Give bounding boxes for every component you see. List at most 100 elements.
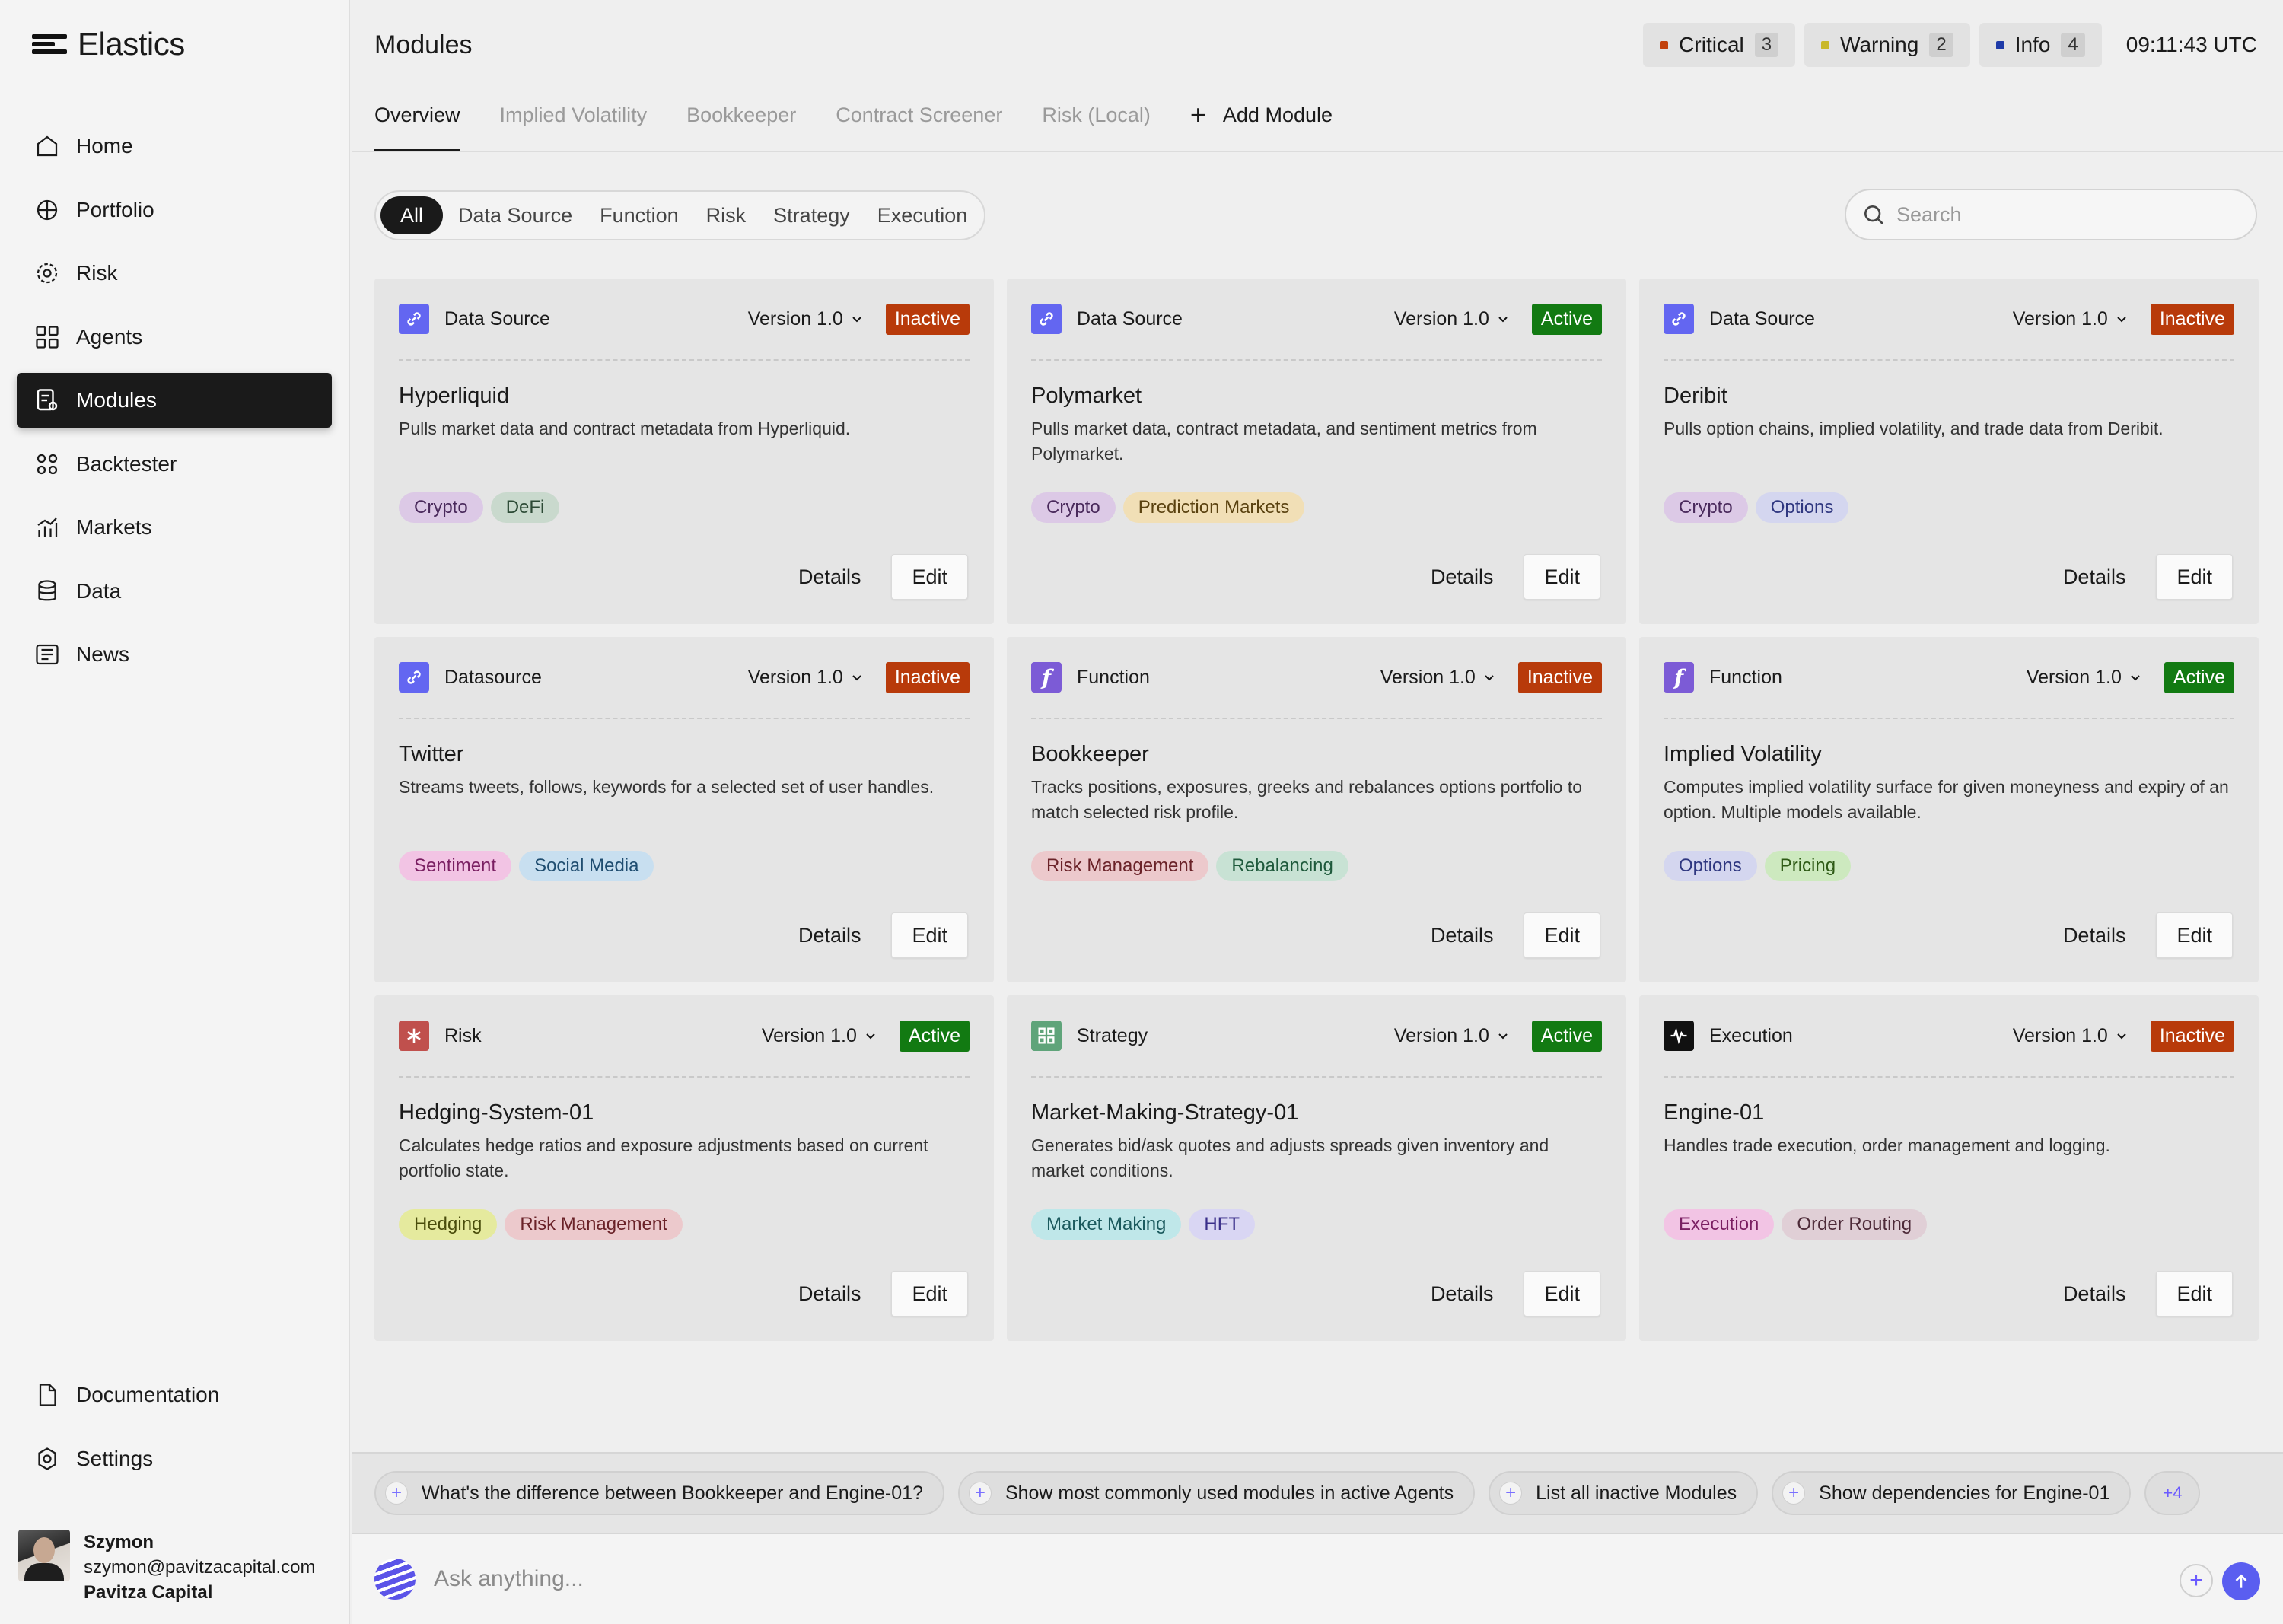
version-dropdown[interactable]: Version 1.0 <box>748 308 863 330</box>
tag[interactable]: DeFi <box>490 492 560 523</box>
tag[interactable]: Sentiment <box>399 851 512 881</box>
tag[interactable]: Crypto <box>1664 492 1748 523</box>
details-button[interactable]: Details <box>783 1271 877 1317</box>
version-dropdown[interactable]: Version 1.0 <box>2013 308 2128 330</box>
details-button[interactable]: Details <box>2048 1271 2141 1317</box>
filter-execution[interactable]: Execution <box>865 196 980 234</box>
details-button[interactable]: Details <box>2048 912 2141 958</box>
tag[interactable]: Social Media <box>519 851 654 881</box>
tag[interactable]: Pricing <box>1764 851 1852 881</box>
alert-critical-button[interactable]: Critical 3 <box>1643 23 1796 67</box>
version-dropdown[interactable]: Version 1.0 <box>1394 308 1509 330</box>
sidebar-item-label: Settings <box>76 1446 154 1470</box>
send-button[interactable] <box>2222 1562 2260 1600</box>
tag[interactable]: Market Making <box>1031 1209 1182 1240</box>
details-button[interactable]: Details <box>783 554 877 600</box>
tag[interactable]: Prediction Markets <box>1122 492 1305 523</box>
sidebar-item-risk[interactable]: Risk <box>17 246 332 301</box>
sidebar-item-agents[interactable]: Agents <box>17 310 332 365</box>
tab-bookkeeper[interactable]: Bookkeeper <box>686 90 796 152</box>
tag[interactable]: Risk Management <box>1031 851 1209 881</box>
alert-count: 4 <box>2061 33 2085 57</box>
tag[interactable]: Options <box>1664 851 1757 881</box>
edit-button[interactable]: Edit <box>891 1271 968 1317</box>
edit-button[interactable]: Edit <box>1524 554 1600 600</box>
filter-data-source[interactable]: Data Source <box>446 196 584 234</box>
plus-icon: + <box>1782 1482 1806 1505</box>
alert-warning-button[interactable]: Warning 2 <box>1804 23 1970 67</box>
sidebar-item-news[interactable]: News <box>17 627 332 682</box>
tag[interactable]: Rebalancing <box>1216 851 1348 881</box>
more-suggestions-button[interactable]: +4 <box>2144 1471 2201 1515</box>
search-box[interactable] <box>1845 189 2257 240</box>
version-dropdown[interactable]: Version 1.0 <box>762 1025 877 1047</box>
ask-input[interactable] <box>434 1566 2108 1592</box>
version-dropdown[interactable]: Version 1.0 <box>1380 667 1495 689</box>
version-label: Version 1.0 <box>1393 307 1489 330</box>
app-logo[interactable]: Elastics <box>32 26 185 62</box>
sidebar-item-data[interactable]: Data <box>17 564 332 619</box>
sidebar-item-settings[interactable]: Settings <box>17 1431 332 1486</box>
details-button[interactable]: Details <box>783 912 877 958</box>
version-dropdown[interactable]: Version 1.0 <box>748 667 863 689</box>
suggestion-chip[interactable]: + What's the difference between Bookkeepe… <box>374 1471 944 1515</box>
suggestion-chip[interactable]: + List all inactive Modules <box>1489 1471 1759 1515</box>
sidebar: Elastics Home Portfolio Risk Agents Modules B… <box>0 0 350 1624</box>
link-icon <box>1664 304 1694 334</box>
module-type: Function <box>1077 666 1150 688</box>
tab-overview[interactable]: Overview <box>374 90 460 152</box>
tag[interactable]: Options <box>1755 492 1849 523</box>
suggestion-chip[interactable]: + Show most commonly used modules in acti… <box>957 1471 1476 1515</box>
tag[interactable]: Execution <box>1664 1209 1775 1240</box>
add-module-button[interactable]: + Add Module <box>1190 90 1333 152</box>
details-button[interactable]: Details <box>1415 1271 1509 1317</box>
edit-button[interactable]: Edit <box>891 912 968 958</box>
sidebar-item-label: Agents <box>76 324 143 349</box>
edit-button[interactable]: Edit <box>2156 1271 2233 1317</box>
edit-button[interactable]: Edit <box>1524 912 1600 958</box>
tag[interactable]: Order Routing <box>1782 1209 1928 1240</box>
sidebar-item-backtester[interactable]: Backtester <box>17 437 332 492</box>
tag[interactable]: Crypto <box>399 492 483 523</box>
tag[interactable]: Risk Management <box>505 1209 683 1240</box>
tag[interactable]: Hedging <box>399 1209 498 1240</box>
sidebar-item-label: Markets <box>76 515 152 539</box>
suggestion-chip[interactable]: + Show dependencies for Engine-01 <box>1772 1471 2132 1515</box>
suggestion-text: What's the difference between Bookkeeper… <box>422 1482 923 1504</box>
filter-function[interactable]: Function <box>587 196 691 234</box>
edit-button[interactable]: Edit <box>1524 1271 1600 1317</box>
alert-info-button[interactable]: Info 4 <box>1979 23 2102 67</box>
edit-button[interactable]: Edit <box>2156 554 2233 600</box>
tag-list: Crypto DeFi <box>399 492 970 523</box>
sidebar-item-portfolio[interactable]: Portfolio <box>17 183 332 237</box>
details-button[interactable]: Details <box>1415 554 1509 600</box>
details-button[interactable]: Details <box>1415 912 1509 958</box>
version-dropdown[interactable]: Version 1.0 <box>1394 1025 1509 1047</box>
edit-button[interactable]: Edit <box>2156 912 2233 958</box>
filter-strategy[interactable]: Strategy <box>761 196 862 234</box>
sidebar-item-modules[interactable]: Modules <box>17 373 332 428</box>
attach-plus-icon[interactable]: + <box>2180 1564 2213 1597</box>
tag[interactable]: Crypto <box>1031 492 1116 523</box>
module-title: Twitter <box>399 742 464 766</box>
user-email: szymon@pavitzacapital.com <box>84 1557 316 1578</box>
sidebar-item-label: Backtester <box>76 451 177 476</box>
sidebar-item-home[interactable]: Home <box>17 119 332 174</box>
tag[interactable]: HFT <box>1189 1209 1256 1240</box>
status-badge: Inactive <box>885 303 970 335</box>
card-actions: Details Edit <box>1415 912 1600 958</box>
edit-button[interactable]: Edit <box>891 554 968 600</box>
module-card: f Function Version 1.0 Active Implied Volati… <box>1639 637 2259 982</box>
tab-implied-volatility[interactable]: Implied Volatility <box>500 90 648 152</box>
user-profile[interactable]: Szymon szymon@pavitzacapital.com Pavitza… <box>18 1530 315 1605</box>
tab-risk-local[interactable]: Risk (Local) <box>1042 90 1151 152</box>
sidebar-item-documentation[interactable]: Documentation <box>17 1368 332 1422</box>
filter-all[interactable]: All <box>380 196 444 234</box>
details-button[interactable]: Details <box>2048 554 2141 600</box>
filter-risk[interactable]: Risk <box>694 196 759 234</box>
sidebar-item-markets[interactable]: Markets <box>17 500 332 555</box>
version-dropdown[interactable]: Version 1.0 <box>2013 1025 2128 1047</box>
tab-contract-screener[interactable]: Contract Screener <box>836 90 1002 152</box>
version-dropdown[interactable]: Version 1.0 <box>2027 667 2141 689</box>
search-input[interactable] <box>1896 202 2231 227</box>
